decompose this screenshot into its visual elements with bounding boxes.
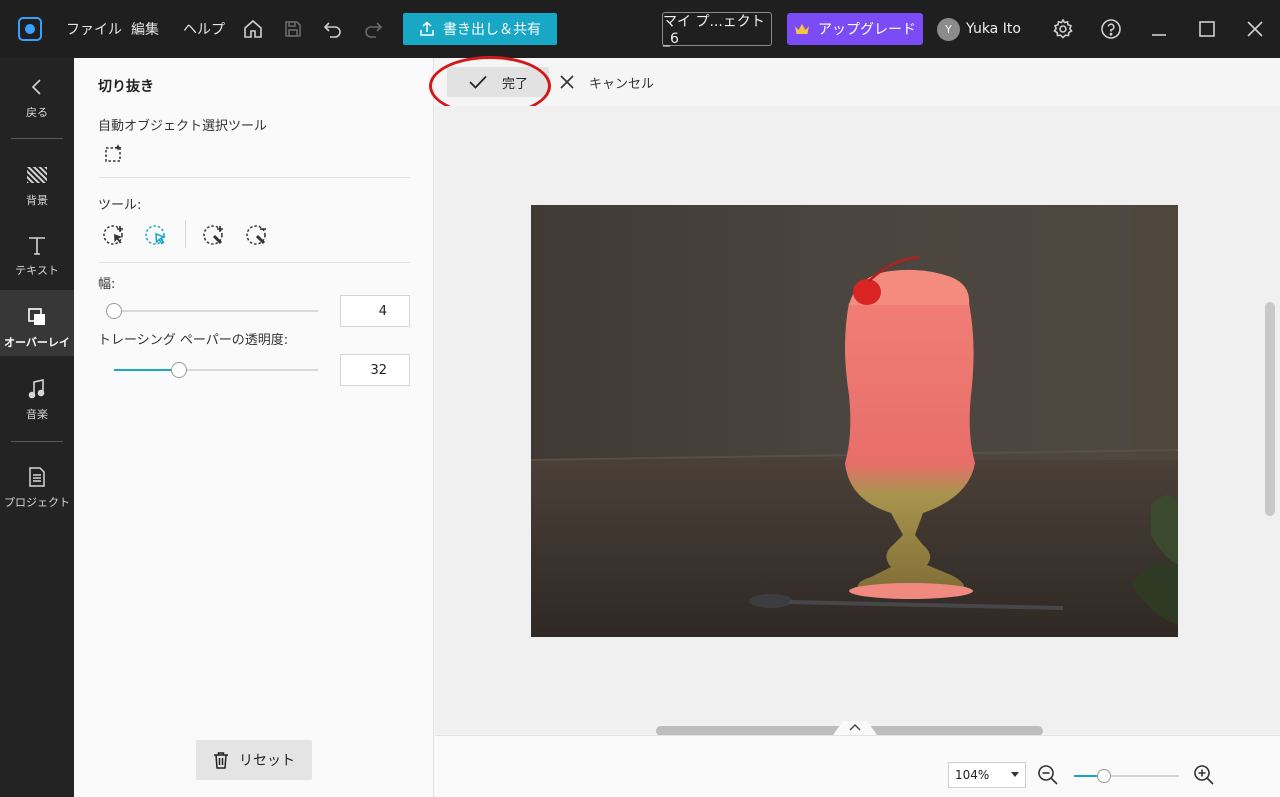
- erase-brush-icon[interactable]: [244, 222, 270, 248]
- zoom-out-icon[interactable]: [1036, 763, 1060, 787]
- project-name-button[interactable]: マイ プ...ェクト_6: [662, 12, 772, 47]
- width-value-input[interactable]: 4: [340, 295, 410, 327]
- editing-workspace: [435, 106, 1280, 726]
- photo-canvas[interactable]: [531, 205, 1178, 637]
- export-share-button[interactable]: 書き出し＆共有: [403, 13, 557, 45]
- cutout-panel: 切り抜き 自動オブジェクト選択ツール ツール: 幅: 4 トレーシング ペーパー…: [74, 58, 434, 797]
- app-logo: [18, 17, 42, 41]
- cancel-label: キャンセル: [589, 76, 655, 92]
- nav-item-text[interactable]: テキスト: [0, 232, 74, 278]
- nav-item-text-label: テキスト: [15, 264, 59, 277]
- panel-divider: [98, 177, 410, 178]
- tool-divider: [185, 220, 186, 248]
- nav-back-label: 戻る: [26, 106, 48, 119]
- save-icon[interactable]: [278, 14, 308, 44]
- close-icon[interactable]: [1240, 14, 1270, 44]
- cutout-action-bar: 完了 キャンセル: [429, 56, 1280, 116]
- width-label: 幅:: [98, 277, 116, 292]
- panel-title: 切り抜き: [98, 79, 154, 95]
- home-icon[interactable]: [238, 14, 268, 44]
- overlay-icon: [26, 304, 48, 330]
- menu-help[interactable]: ヘルプ: [183, 0, 225, 58]
- zoom-slider[interactable]: [1074, 769, 1179, 783]
- vertical-scrollbar[interactable]: [1265, 302, 1275, 516]
- nav-item-background-label: 背景: [26, 194, 48, 207]
- done-label: 完了: [501, 76, 528, 92]
- reset-button[interactable]: リセット: [196, 740, 312, 780]
- upgrade-label: アップグレード: [818, 22, 916, 38]
- export-label: 書き出し＆共有: [443, 22, 541, 38]
- upgrade-button[interactable]: アップグレード: [787, 13, 923, 45]
- width-slider-thumb[interactable]: [106, 303, 122, 319]
- chevron-left-icon: [30, 74, 44, 100]
- help-icon[interactable]: [1096, 14, 1126, 44]
- background-pattern-icon: [26, 162, 48, 188]
- opacity-slider-fill: [114, 369, 179, 371]
- zoom-bar: 104%: [435, 735, 1280, 797]
- width-slider[interactable]: [106, 303, 318, 319]
- chevron-up-icon: [833, 721, 877, 735]
- nav-item-music-label: 音楽: [26, 408, 48, 421]
- canvas-area: 完了 キャンセル 104%: [429, 56, 1280, 797]
- cancel-button[interactable]: キャンセル: [559, 67, 654, 97]
- zoom-value: 104%: [955, 768, 990, 782]
- collapse-timeline-button[interactable]: [833, 717, 877, 735]
- opacity-slider-thumb[interactable]: [171, 362, 187, 378]
- reset-label: リセット: [239, 753, 295, 769]
- avatar[interactable]: Y: [937, 18, 960, 41]
- add-area-lasso-icon[interactable]: [101, 222, 127, 248]
- caret-down-icon: [1011, 772, 1019, 777]
- maximize-icon[interactable]: [1192, 14, 1222, 44]
- undo-icon[interactable]: [318, 14, 348, 44]
- title-bar: ファイル 編集 ヘルプ 書き出し＆共有 マイ プ...ェクト_6 アップグレード…: [0, 0, 1280, 58]
- auto-select-label: 自動オブジェクト選択ツール: [98, 119, 268, 134]
- nav-divider: [11, 138, 63, 139]
- nav-item-project[interactable]: プロジェクト: [0, 464, 74, 510]
- panel-divider: [98, 262, 410, 263]
- menu-edit[interactable]: 編集: [131, 0, 159, 58]
- upload-icon: [420, 21, 434, 36]
- opacity-value-input[interactable]: 32: [340, 354, 410, 386]
- zoom-select[interactable]: 104%: [948, 762, 1026, 788]
- music-note-icon: [27, 376, 47, 402]
- close-icon: [560, 75, 574, 89]
- menu-file[interactable]: ファイル: [66, 0, 122, 58]
- trash-icon: [214, 752, 228, 769]
- nav-back[interactable]: 戻る: [0, 74, 74, 120]
- left-nav: 戻る 背景 テキスト オーバーレイ 音楽 プロジェクト: [0, 58, 74, 797]
- zoom-slider-thumb[interactable]: [1097, 769, 1111, 783]
- opacity-label: トレーシング ペーパーの透明度:: [98, 333, 289, 348]
- crown-icon: [795, 24, 809, 34]
- opacity-slider[interactable]: [114, 362, 318, 378]
- nav-item-overlay[interactable]: オーバーレイ: [0, 290, 74, 356]
- nav-item-project-label: プロジェクト: [4, 496, 70, 509]
- add-brush-icon[interactable]: [201, 222, 227, 248]
- redo-icon[interactable]: [358, 14, 388, 44]
- zoom-in-icon[interactable]: [1192, 763, 1216, 787]
- select-area-lasso-icon[interactable]: [143, 222, 169, 248]
- text-icon: [26, 232, 48, 258]
- minimize-icon[interactable]: [1144, 14, 1174, 44]
- nav-divider: [11, 441, 63, 442]
- document-icon: [28, 464, 46, 490]
- nav-item-overlay-label: オーバーレイ: [4, 336, 70, 349]
- gear-icon[interactable]: [1048, 14, 1078, 44]
- done-button[interactable]: 完了: [447, 67, 549, 97]
- checkmark-icon: [469, 75, 487, 89]
- nav-item-background[interactable]: 背景: [0, 162, 74, 208]
- nav-item-music[interactable]: 音楽: [0, 376, 74, 422]
- tools-label: ツール:: [98, 198, 142, 213]
- user-name[interactable]: Yuka Ito: [966, 0, 1021, 58]
- auto-select-icon[interactable]: [101, 140, 127, 166]
